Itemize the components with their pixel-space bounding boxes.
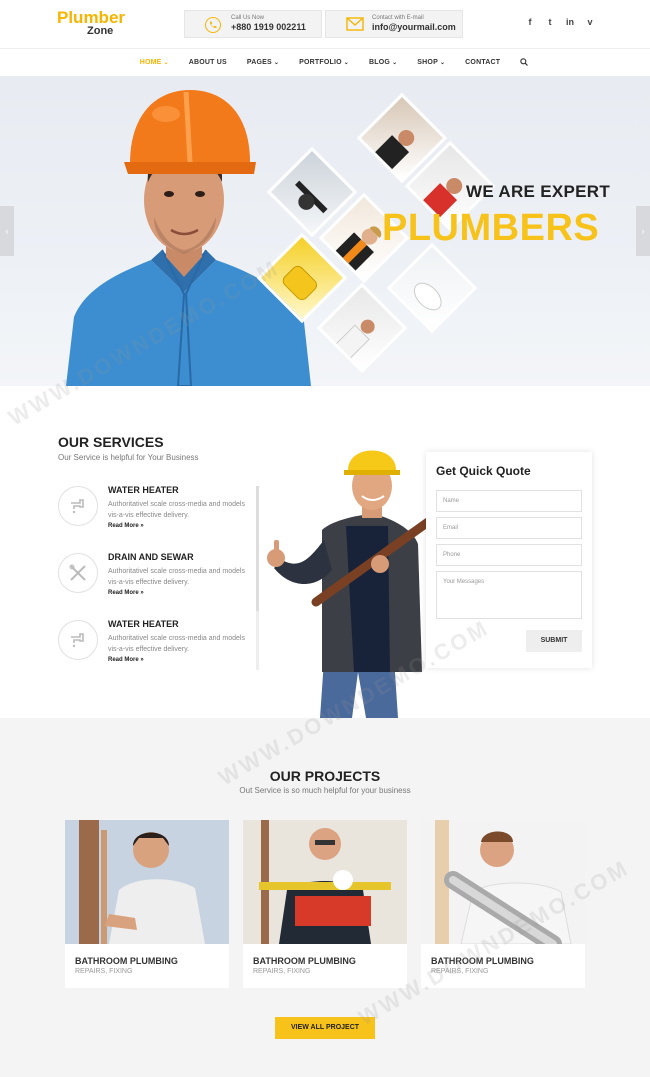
service-desc: Authoritativel scale cross-media and mod… xyxy=(108,568,245,586)
nav-item-pages[interactable]: PAGES ⌄ xyxy=(237,59,289,66)
project-image xyxy=(243,820,407,944)
read-more-link[interactable]: Read More » xyxy=(108,523,144,529)
nav-label: CONTACT xyxy=(465,59,501,66)
twitter-icon[interactable]: t xyxy=(546,17,554,27)
tools-icon xyxy=(58,553,98,593)
projects-title: OUR PROJECTS xyxy=(269,768,381,784)
phone-input[interactable]: Phone xyxy=(436,544,582,566)
service-title: WATER HEATER xyxy=(108,619,179,629)
mail-icon xyxy=(346,17,364,33)
worker-with-pipe-image xyxy=(267,450,430,718)
project-image xyxy=(421,820,585,944)
message-textarea[interactable]: Your Messages xyxy=(436,571,582,619)
nav-label: SHOP xyxy=(417,59,438,66)
call-value[interactable]: +880 1919 002211 xyxy=(231,22,321,32)
faucet-icon xyxy=(58,620,98,660)
submit-button[interactable]: SUBMIT xyxy=(526,630,582,652)
chevron-down-icon: ⌄ xyxy=(273,60,280,66)
name-input[interactable]: Name xyxy=(436,490,582,512)
project-title: BATHROOM PLUMBING xyxy=(253,956,356,966)
services-title: OUR SERVICES xyxy=(58,434,164,450)
vimeo-icon[interactable]: v xyxy=(586,17,594,27)
search-icon[interactable] xyxy=(510,57,538,68)
nav-item-about[interactable]: ABOUT US xyxy=(179,59,237,66)
quote-title: Get Quick Quote xyxy=(436,464,531,478)
nav-label: PAGES xyxy=(246,59,272,66)
projects-section: OUR PROJECTS Out Service is so much help… xyxy=(0,718,650,1077)
project-title: BATHROOM PLUMBING xyxy=(75,956,178,966)
service-desc: Authoritativel scale cross-media and mod… xyxy=(108,501,245,519)
email-input[interactable]: Email xyxy=(436,517,582,539)
nav-label: BLOG xyxy=(369,59,391,66)
service-title: DRAIN AND SEWAR xyxy=(108,552,194,562)
slider-next-button[interactable]: › xyxy=(636,206,650,256)
service-item: WATER HEATER Authoritativel scale cross-… xyxy=(58,485,258,546)
email-label: Contact with E-mail xyxy=(372,15,424,21)
nav-item-shop[interactable]: SHOP ⌄ xyxy=(407,59,455,66)
nav-label: HOME xyxy=(139,59,162,66)
service-item: WATER HEATER Authoritativel scale cross-… xyxy=(58,619,258,680)
social-links: f t in v xyxy=(526,17,594,27)
projects-subtitle: Out Service is so much helpful for your … xyxy=(239,786,411,795)
project-tags: REPAIRS, FIXING xyxy=(253,968,311,975)
project-card[interactable]: BATHROOM PLUMBING REPAIRS, FIXING xyxy=(243,820,407,988)
slider-prev-button[interactable]: ‹ xyxy=(0,206,14,256)
hero-title-line2: PLUMBERS xyxy=(382,207,600,249)
logo[interactable]: Plumber Zone xyxy=(57,9,125,37)
chevron-down-icon: ⌄ xyxy=(439,60,446,66)
nav-item-home[interactable]: HOME ⌄ xyxy=(130,59,179,66)
service-item: DRAIN AND SEWAR Authoritativel scale cro… xyxy=(58,552,258,613)
quick-quote-form: Get Quick Quote Name Email Phone Your Me… xyxy=(426,452,592,668)
project-image xyxy=(65,820,229,944)
nav-item-blog[interactable]: BLOG ⌄ xyxy=(359,59,407,66)
main-nav: HOME ⌄ ABOUT US PAGES ⌄ PORTFOLIO ⌄ BLOG ⌄ S… xyxy=(0,48,650,76)
nav-label: ABOUT US xyxy=(188,59,227,66)
hero-slider: WE ARE EXPERT PLUMBERS ‹ › xyxy=(0,76,650,386)
service-desc: Authoritativel scale cross-media and mod… xyxy=(108,635,245,653)
service-title: WATER HEATER xyxy=(108,485,179,495)
services-scrollbar[interactable] xyxy=(256,486,259,670)
nav-item-contact[interactable]: CONTACT xyxy=(455,59,510,66)
email-value[interactable]: info@yourmail.com xyxy=(372,22,462,32)
facebook-icon[interactable]: f xyxy=(526,17,534,27)
project-tags: REPAIRS, FIXING xyxy=(75,968,133,975)
read-more-link[interactable]: Read More » xyxy=(108,657,144,663)
collage-photo xyxy=(316,282,408,374)
linkedin-icon[interactable]: in xyxy=(566,17,574,27)
email-box: Contact with E-mail info@yourmail.com xyxy=(325,10,463,38)
call-box: Call Us Now +880 1919 002211 xyxy=(184,10,322,38)
project-title: BATHROOM PLUMBING xyxy=(431,956,534,966)
call-label: Call Us Now xyxy=(231,15,265,21)
nav-label: PORTFOLIO xyxy=(299,59,342,66)
collage-photo xyxy=(386,242,478,334)
hero-title-line1: WE ARE EXPERT xyxy=(466,182,611,201)
logo-line2: Zone xyxy=(87,25,114,37)
phone-icon xyxy=(205,17,221,33)
read-more-link[interactable]: Read More » xyxy=(108,590,144,596)
chevron-down-icon: ⌄ xyxy=(392,60,398,66)
chevron-down-icon: ⌄ xyxy=(343,60,350,66)
top-header: Plumber Zone Call Us Now +880 1919 00221… xyxy=(0,0,650,48)
project-tags: REPAIRS, FIXING xyxy=(431,968,489,975)
project-card[interactable]: BATHROOM PLUMBING REPAIRS, FIXING xyxy=(65,820,229,988)
services-subtitle: Our Service is helpful for Your Business xyxy=(58,453,199,462)
faucet-icon xyxy=(58,486,98,526)
page: Plumber Zone Call Us Now +880 1919 00221… xyxy=(0,0,650,1077)
project-card[interactable]: BATHROOM PLUMBING REPAIRS, FIXING xyxy=(421,820,585,988)
chevron-down-icon: ⌄ xyxy=(163,60,169,66)
view-all-project-button[interactable]: VIEW ALL PROJECT xyxy=(275,1017,375,1039)
nav-item-portfolio[interactable]: PORTFOLIO ⌄ xyxy=(289,59,359,66)
